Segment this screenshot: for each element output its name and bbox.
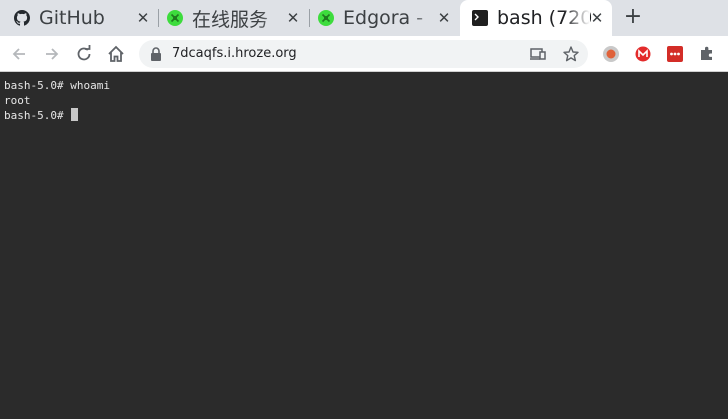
terminal-prompt-line[interactable]: bash-5.0# [4, 108, 728, 123]
record-extension-icon[interactable] [601, 44, 621, 64]
close-icon[interactable]: ✕ [136, 11, 150, 26]
green-globe-icon [167, 10, 183, 26]
url-text[interactable]: 7dcaqfs.i.hroze.org [172, 46, 297, 61]
lastpass-extension-icon[interactable] [665, 44, 685, 64]
close-icon[interactable]: ✕ [286, 11, 300, 26]
terminal-line: root [4, 94, 31, 107]
tab-separator [309, 9, 310, 27]
tab-github[interactable]: GitHub ✕ [14, 0, 158, 36]
back-arrow-icon[interactable] [9, 44, 29, 64]
extensions-puzzle-icon[interactable] [697, 44, 717, 64]
mega-extension-icon[interactable] [633, 44, 653, 64]
close-icon[interactable]: ✕ [437, 11, 451, 26]
tab-strip: GitHub ✕ 在线服务 ✕ Edgora - ✕ bash (720 ✕ + [0, 0, 728, 36]
lock-icon[interactable] [150, 47, 162, 61]
forward-arrow-icon[interactable] [42, 44, 62, 64]
close-icon[interactable]: ✕ [590, 11, 604, 26]
green-globe-icon [318, 10, 334, 26]
new-tab-button[interactable]: + [622, 6, 644, 28]
tab-online-service[interactable]: 在线服务 ✕ [167, 0, 308, 36]
terminal-output[interactable]: bash-5.0# whoami root bash-5.0# [0, 73, 728, 419]
terminal-line: bash-5.0# whoami [4, 79, 110, 92]
reload-icon[interactable] [74, 44, 94, 64]
cast-icon[interactable] [529, 45, 547, 63]
home-icon[interactable] [106, 44, 126, 64]
terminal-cursor [71, 108, 79, 121]
address-bar[interactable]: 7dcaqfs.i.hroze.org [139, 40, 588, 68]
tab-separator [158, 9, 159, 27]
browser-toolbar: 7dcaqfs.i.hroze.org [0, 36, 728, 72]
terminal-prompt: bash-5.0# [4, 109, 71, 122]
bookmark-star-icon[interactable] [562, 45, 580, 63]
github-icon [14, 10, 30, 26]
terminal-icon [472, 10, 488, 26]
tab-bash[interactable]: bash (720 ✕ [460, 0, 612, 36]
tab-edgora[interactable]: Edgora - ✕ [318, 0, 459, 36]
